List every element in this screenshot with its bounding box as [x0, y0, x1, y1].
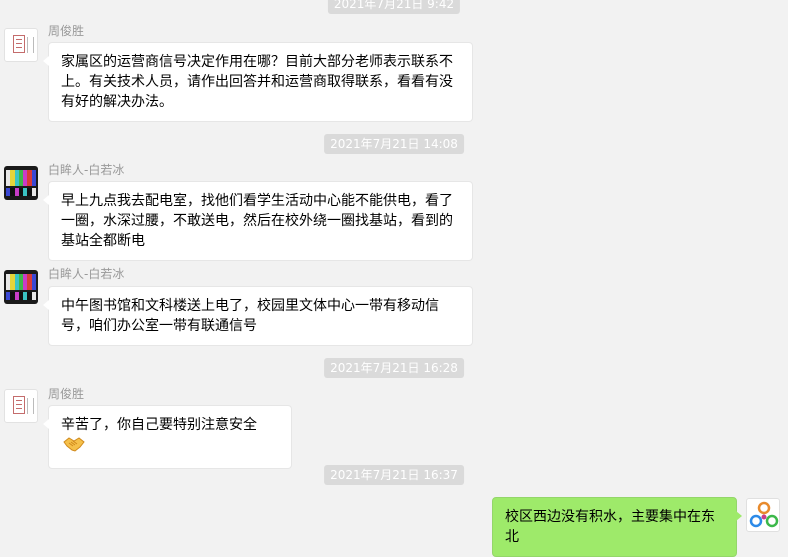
timestamp: 2021年7月21日 16:37: [324, 465, 464, 485]
sender-name: 周俊胜: [48, 387, 85, 401]
timestamp: 2021年7月21日 14:08: [324, 134, 464, 154]
handshake-emoji-icon: [63, 435, 85, 459]
seal-logo: [13, 35, 25, 53]
sender-name: 白眸人-白若冰: [48, 163, 125, 177]
sender-name: 白眸人-白若冰: [48, 267, 125, 281]
avatar[interactable]: [4, 166, 38, 200]
seal-logo: [13, 396, 25, 414]
calligraphy-decoration: [27, 37, 34, 53]
self-avatar-logo-icon: [749, 501, 779, 528]
message-bubble[interactable]: 中午图书馆和文科楼送上电了，校园里文体中心一带有移动信号，咱们办公室一带有联通信…: [43, 286, 473, 346]
timestamp: 2021年7月21日 9:42: [327, 0, 461, 14]
avatar[interactable]: [4, 270, 38, 304]
sender-name: 周俊胜: [48, 24, 85, 38]
message-bubble[interactable]: 家属区的运营商信号决定作用在哪？目前大部分老师表示联系不上。有关技术人员，请作出…: [43, 42, 473, 122]
message-bubble[interactable]: 校区西边没有积水，主要集中在东北: [492, 497, 742, 557]
avatar[interactable]: [4, 28, 38, 62]
message-bubble[interactable]: 早上九点我去配电室，找他们看学生活动中心能不能供电，看了一圈，水深过腰，不敢送电…: [43, 181, 473, 261]
avatar[interactable]: [746, 498, 780, 532]
calligraphy-decoration: [27, 398, 34, 414]
avatar[interactable]: [4, 389, 38, 423]
timestamp: 2021年7月21日 16:28: [324, 358, 464, 378]
message-text: 辛苦了，你自己要特别注意安全: [61, 417, 257, 433]
message-bubble[interactable]: 辛苦了，你自己要特别注意安全: [43, 405, 292, 469]
